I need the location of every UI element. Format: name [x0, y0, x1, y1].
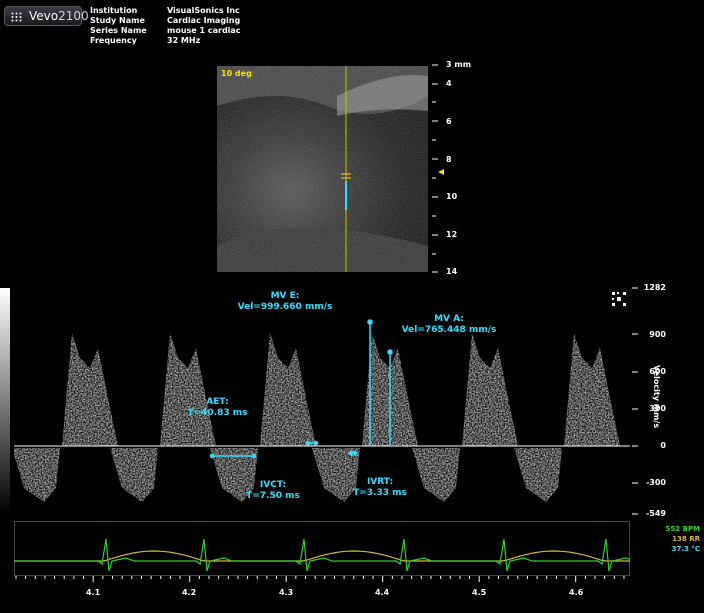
time-tick-4-6: 4.6 [569, 588, 584, 597]
study-info-panel: Institution VisualSonics Inc Study Name Ca… [90, 6, 241, 46]
depth-tick-8: 8 [446, 155, 452, 164]
vel-tick-1282: 1282 [643, 283, 666, 292]
depth-tick-14: 14 [446, 267, 458, 276]
vel-tick-600: 600 [649, 367, 666, 376]
vel-tick-neg549: -549 [645, 509, 666, 518]
grid-dots-icon [11, 12, 22, 22]
bmode-texture [217, 66, 428, 272]
time-tick-4-2: 4.2 [182, 588, 197, 597]
ivrt-label: IVRT: T=3.33 ms [353, 477, 407, 498]
vel-tick-900: 900 [649, 330, 666, 339]
time-axis [15, 576, 625, 582]
vel-tick-300: 300 [649, 404, 666, 413]
temperature-readout: 37.3 °C [671, 545, 700, 553]
depth-tick-10: 10 [446, 192, 458, 201]
info-row-frequency: Frequency 32 MHz [90, 36, 201, 45]
depth-tick-12: 12 [446, 230, 458, 239]
velocity-axis-title: Velocity mm/s [652, 365, 661, 429]
focus-marker-icon [438, 169, 444, 175]
depth-scale [432, 64, 444, 273]
vel-tick-neg300: -300 [645, 478, 666, 487]
heart-rate-readout: 552 BPM [665, 525, 700, 533]
depth-tick-3: 3 mm [446, 60, 472, 69]
mv-a-label: MV A: Vel=765.448 mm/s [401, 314, 497, 335]
vel-tick-0: 0 [660, 441, 666, 450]
time-tick-4-3: 4.3 [279, 588, 294, 597]
pw-doppler-mode-icon[interactable] [611, 291, 627, 307]
logo-text: Vevo2100 [29, 9, 89, 23]
info-row-study: Study Name Cardiac Imaging [90, 16, 241, 25]
doppler-spectrum[interactable] [14, 288, 630, 514]
bmode-angle-label: 10 deg [221, 69, 252, 78]
grayscale-bar [0, 288, 10, 514]
info-row-institution: Institution VisualSonics Inc [90, 6, 240, 15]
info-row-series: Series Name mouse 1 cardiac [90, 26, 241, 35]
depth-tick-4: 4 [446, 79, 452, 88]
time-tick-4-5: 4.5 [472, 588, 487, 597]
ecg-resp-trace [14, 521, 630, 576]
ivct-label: IVCT: T=7.50 ms [246, 480, 300, 501]
mv-e-label: MV E: Vel=999.660 mm/s [237, 291, 333, 312]
time-tick-4-4: 4.4 [375, 588, 390, 597]
bmode-image[interactable]: 10 deg [217, 66, 428, 272]
vevo-logo: Vevo2100 [4, 6, 89, 26]
depth-tick-6: 6 [446, 117, 452, 126]
aet-label: AET: T=40.83 ms [187, 397, 248, 418]
resp-rate-readout: 138 RR [672, 535, 700, 543]
time-tick-4-1: 4.1 [86, 588, 101, 597]
